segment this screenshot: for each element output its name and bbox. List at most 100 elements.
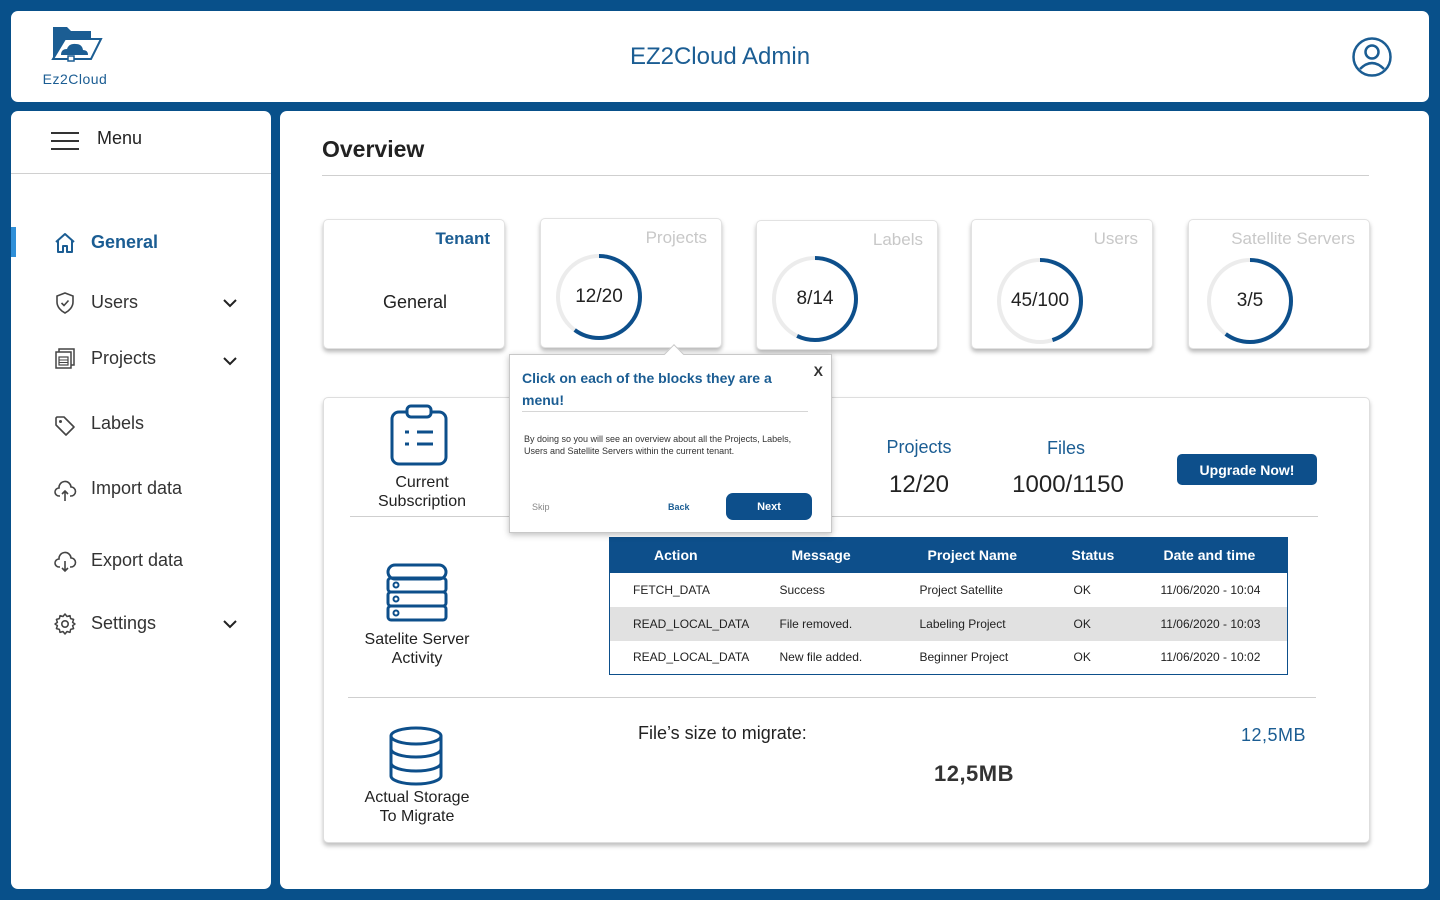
cell-action: READ_LOCAL_DATA xyxy=(633,650,750,665)
sidebar-item-label: General xyxy=(91,232,159,252)
users-card[interactable]: Users 45/100 xyxy=(971,219,1153,349)
menu-label: Menu xyxy=(97,128,143,148)
sidebar-item-settings[interactable]: Settings xyxy=(11,604,271,644)
card-title: Labels xyxy=(872,230,923,249)
upgrade-button[interactable]: Upgrade Now! xyxy=(1177,454,1317,485)
column-header[interactable]: Message xyxy=(759,537,900,573)
sidebar: Menu General Users Projects Labels Impor… xyxy=(11,111,271,889)
tooltip-next-button[interactable]: Next xyxy=(726,493,812,520)
upload-cloud-icon xyxy=(54,480,77,501)
home-icon xyxy=(55,233,75,253)
migrate-size-side-value: 12,5MB xyxy=(1240,725,1306,745)
clipboard-icon xyxy=(390,404,448,466)
subscription-label: Current Subscription xyxy=(377,474,467,510)
cell-action: READ_LOCAL_DATA xyxy=(609,606,760,641)
cell-status: OK xyxy=(1047,606,1146,641)
column-header[interactable]: Action xyxy=(609,537,760,573)
tooltip-divider xyxy=(522,411,808,412)
sidebar-item-labels[interactable]: Labels xyxy=(11,404,271,444)
sidebar-item-projects[interactable]: Projects xyxy=(11,339,271,379)
card-title: Users xyxy=(1093,229,1138,248)
shield-check-icon xyxy=(56,292,74,314)
projects-card[interactable]: Projects 12/20 xyxy=(540,218,722,348)
chevron-down-icon[interactable] xyxy=(222,295,238,311)
sidebar-item-label: Export data xyxy=(91,550,184,570)
migrate-size-label: File’s size to migrate: xyxy=(638,723,807,743)
tooltip-title: Click on each of the blocks they are a m… xyxy=(522,370,772,408)
sidebar-item-import-data[interactable]: Import data xyxy=(11,469,271,509)
files-value: 1000/1150 xyxy=(1012,471,1124,498)
tooltip-body: By doing so you will see an overview abo… xyxy=(524,434,792,456)
table-header-row: Action Message Project Name Status Date … xyxy=(609,537,1288,573)
cell-message: Success xyxy=(779,582,825,597)
tenant-card[interactable]: Tenant General xyxy=(323,219,505,349)
sidebar-item-label: Import data xyxy=(91,478,183,498)
chevron-down-icon[interactable] xyxy=(222,616,238,632)
migrate-size-value: 12,5MB xyxy=(933,761,1015,786)
page-title: Overview xyxy=(322,136,425,162)
onboarding-tooltip: X Click on each of the blocks they are a… xyxy=(509,344,832,533)
sidebar-item-export-data[interactable]: Export data xyxy=(11,541,271,581)
projects-icon xyxy=(55,348,75,369)
top-header: Ez2Cloud EZ2Cloud Admin xyxy=(11,11,1429,102)
files-heading: Files xyxy=(1046,438,1085,458)
main-content: Overview Tenant General Projects 12/20 L… xyxy=(280,111,1429,889)
server-stack-icon xyxy=(386,563,448,622)
activity-label: Satelite Server Activity xyxy=(364,631,470,667)
sidebar-item-label: Settings xyxy=(91,613,157,633)
cell-status: OK xyxy=(1073,582,1091,597)
card-value: 8/14 xyxy=(796,288,834,309)
database-icon xyxy=(389,726,443,786)
card-title: Projects xyxy=(645,228,707,247)
cell-date-time: 11/06/2020 - 10:04 xyxy=(1160,582,1261,597)
sidebar-item-general[interactable]: General xyxy=(11,223,271,263)
card-value: 3/5 xyxy=(1236,290,1264,311)
tag-icon xyxy=(55,416,75,436)
projects-heading: Projects xyxy=(886,437,952,457)
satellite-servers-card[interactable]: Satellite Servers 3/5 xyxy=(1188,219,1370,349)
cell-project-name: Labeling Project xyxy=(899,606,1048,641)
sidebar-item-users[interactable]: Users xyxy=(11,283,271,323)
cell-project-name: Beginner Project xyxy=(919,650,1009,665)
section-divider xyxy=(350,516,1318,517)
chevron-down-icon[interactable] xyxy=(222,353,238,369)
tooltip-skip-button[interactable]: Skip xyxy=(532,502,550,512)
card-title: Tenant xyxy=(435,229,490,248)
card-title: Satellite Servers xyxy=(1231,229,1355,248)
cell-status: OK xyxy=(1073,650,1091,665)
table-row[interactable]: READ_LOCAL_DATA New file added. Beginner… xyxy=(610,641,1288,675)
sidebar-item-label: Users xyxy=(91,292,139,312)
cell-action: FETCH_DATA xyxy=(633,582,710,597)
card-value: 45/100 xyxy=(1010,290,1070,311)
hamburger-menu-icon[interactable] xyxy=(51,132,79,152)
cell-project-name: Project Satellite xyxy=(919,582,1003,597)
activity-table: Action Message Project Name Status Date … xyxy=(609,537,1288,675)
logo-text: Ez2Cloud xyxy=(42,71,108,87)
download-cloud-icon xyxy=(54,551,77,573)
projects-value: 12/20 xyxy=(888,471,950,498)
column-header[interactable]: Project Name xyxy=(899,537,1048,573)
labels-card[interactable]: Labels 8/14 xyxy=(756,220,938,350)
card-value: General xyxy=(382,292,448,312)
menu-header: Menu xyxy=(11,111,271,174)
cell-message: File removed. xyxy=(759,606,900,641)
title-divider xyxy=(322,175,1369,176)
card-value: 12/20 xyxy=(575,286,623,307)
tooltip-close-button[interactable]: X xyxy=(814,363,823,379)
user-account-button[interactable] xyxy=(1352,37,1392,77)
cell-message: New file added. xyxy=(779,650,863,665)
sidebar-item-label: Labels xyxy=(91,413,145,433)
column-header[interactable]: Date and time xyxy=(1145,537,1288,573)
table-row[interactable]: FETCH_DATA Success Project Satellite OK … xyxy=(610,573,1288,607)
column-header[interactable]: Status xyxy=(1047,537,1146,573)
user-avatar-icon xyxy=(1352,37,1392,77)
cell-date-time: 11/06/2020 - 10:02 xyxy=(1160,650,1261,665)
cell-date-time: 11/06/2020 - 10:03 xyxy=(1145,606,1288,641)
gear-icon xyxy=(54,613,76,635)
details-panel: Current Subscription Projects 12/20 File… xyxy=(323,397,1370,843)
app-title: EZ2Cloud Admin xyxy=(629,43,811,70)
tooltip-back-button[interactable]: Back xyxy=(668,502,690,512)
storage-label: Actual Storage To Migrate xyxy=(364,789,470,825)
sidebar-item-label: Projects xyxy=(91,348,157,368)
table-row[interactable]: READ_LOCAL_DATA File removed. Labeling P… xyxy=(609,606,1288,641)
